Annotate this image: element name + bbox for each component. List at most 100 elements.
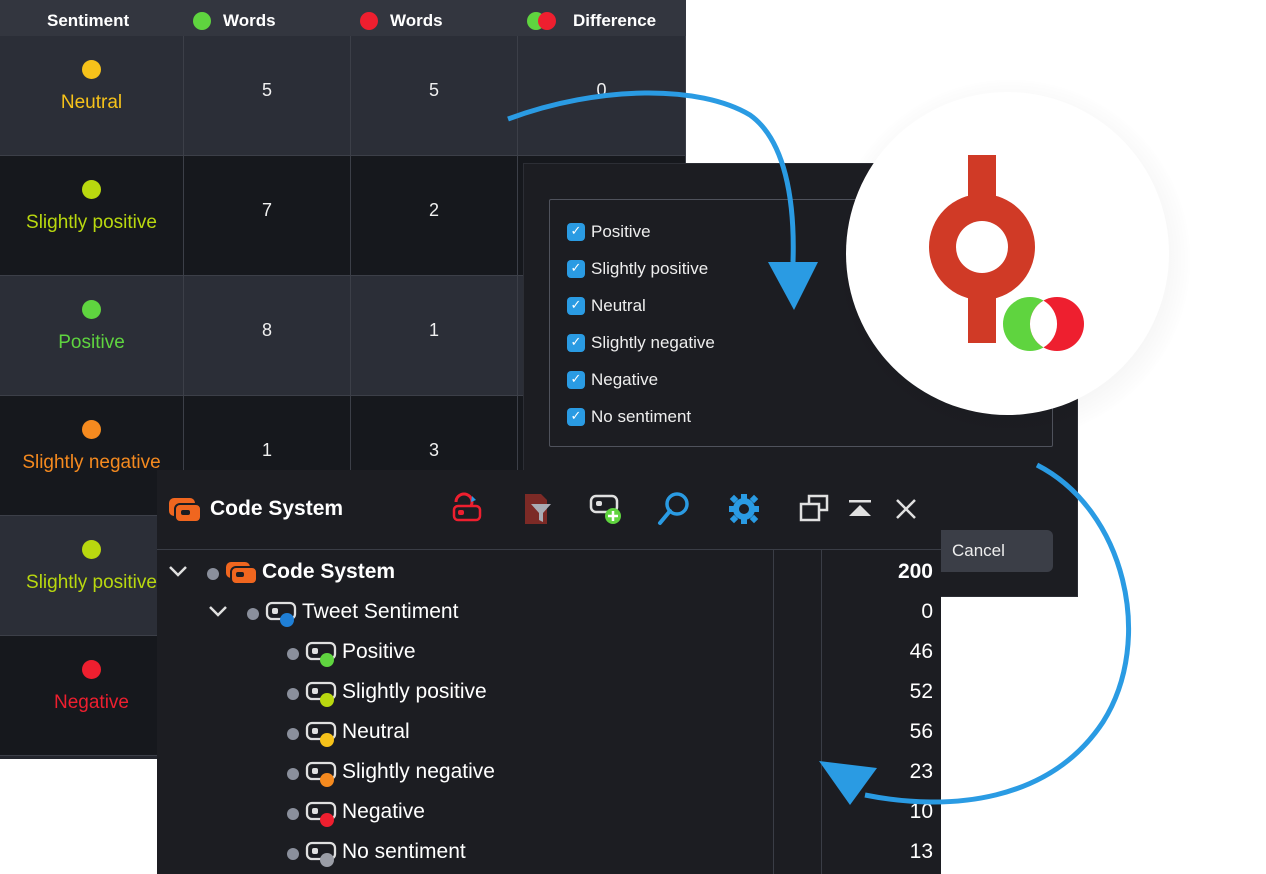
checkbox-checked-icon[interactable]: ✓	[567, 334, 585, 352]
code-label: Code System	[262, 560, 396, 583]
code-count: 200	[897, 560, 933, 583]
filter-option[interactable]: ✓ Positive	[567, 220, 651, 244]
code-bullet-icon	[287, 768, 299, 780]
sentiment-label: Positive	[58, 332, 125, 353]
chevron-down-icon[interactable]	[167, 560, 189, 582]
checkbox-checked-icon[interactable]: ✓	[567, 371, 585, 389]
checkbox-checked-icon[interactable]: ✓	[567, 260, 585, 278]
red-words-cell: 1	[351, 276, 518, 396]
code-icon	[305, 721, 337, 747]
new-code-icon[interactable]	[587, 490, 625, 528]
filter-option-label: No sentiment	[591, 407, 692, 426]
sentiment-label: Slightly positive	[26, 212, 157, 233]
code-count: 23	[909, 760, 933, 783]
code-tree-item[interactable]: Positive 46	[157, 632, 941, 672]
checkbox-checked-icon[interactable]: ✓	[567, 297, 585, 315]
settings-icon[interactable]	[725, 490, 763, 528]
header-green-words-label: Words	[223, 11, 276, 30]
code-system-title: Code System	[210, 497, 344, 520]
sentiment-cell: Neutral	[0, 36, 184, 156]
code-tree-item[interactable]: Slightly negative 23	[157, 752, 941, 792]
logo-badge	[846, 92, 1169, 415]
code-system-icon	[226, 562, 258, 585]
filter-option-label: Positive	[591, 222, 651, 241]
filter-codes-icon[interactable]	[519, 490, 557, 528]
code-icon	[305, 641, 337, 667]
green-dot-icon	[193, 12, 211, 30]
sentiment-dot-icon	[82, 540, 101, 559]
code-count: 56	[909, 720, 933, 743]
code-bullet-icon	[247, 608, 259, 620]
code-bullet-icon	[287, 848, 299, 860]
table-row: Neutral 5 5 0	[0, 36, 686, 156]
filter-option[interactable]: ✓ No sentiment	[567, 405, 691, 429]
filter-option[interactable]: ✓ Slightly positive	[567, 257, 708, 281]
undock-window-icon[interactable]	[795, 490, 833, 528]
code-system-panel: Code System Code System 200 Tweet Sentim…	[157, 470, 941, 874]
code-count: 46	[909, 640, 933, 663]
red-dot-icon	[360, 12, 378, 30]
code-tree-item[interactable]: Tweet Sentiment 0	[157, 592, 941, 632]
sentiment-dot-icon	[82, 300, 101, 319]
code-system-toolbar: Code System	[157, 470, 941, 550]
filter-option[interactable]: ✓ Slightly negative	[567, 331, 715, 355]
sentiment-label: Neutral	[60, 92, 123, 113]
sentiment-dot-icon	[82, 660, 101, 679]
code-label: Negative	[342, 800, 425, 823]
filter-option-label: Neutral	[591, 296, 646, 315]
red-words-cell: 2	[351, 156, 518, 276]
green-words-cell: 7	[184, 156, 351, 276]
green-words-cell: 5	[184, 36, 351, 156]
sentiment-logo-icon	[929, 155, 1084, 356]
code-count: 0	[921, 600, 933, 623]
code-bullet-icon	[287, 728, 299, 740]
sentiment-cell: Slightly positive	[0, 156, 184, 276]
code-icon	[305, 841, 337, 867]
code-tree-item[interactable]: No sentiment 13	[157, 832, 941, 872]
difference-cell: 0	[518, 36, 686, 156]
header-difference-label: Difference	[573, 11, 657, 30]
code-bullet-icon	[207, 568, 219, 580]
code-tree-item[interactable]: Neutral 56	[157, 712, 941, 752]
code-label: Neutral	[342, 720, 410, 743]
search-icon[interactable]	[655, 490, 693, 528]
code-bullet-icon	[287, 688, 299, 700]
filter-option[interactable]: ✓ Neutral	[567, 294, 646, 318]
filter-option[interactable]: ✓ Negative	[567, 368, 658, 392]
sentiment-label: Slightly negative	[22, 452, 161, 473]
code-label: Slightly positive	[342, 680, 487, 703]
code-icon	[265, 601, 297, 627]
sentiment-dot-icon	[82, 60, 101, 79]
sentiment-label: Slightly positive	[26, 572, 157, 593]
code-tree-item[interactable]: Negative 10	[157, 792, 941, 832]
stage: Sentiment Words Words Difference Neutral…	[0, 0, 1266, 874]
code-reset-icon[interactable]	[448, 490, 486, 528]
collapse-up-icon[interactable]	[841, 490, 879, 528]
sentiment-label: Negative	[54, 692, 129, 713]
filter-option-label: Negative	[591, 370, 659, 389]
code-icon	[305, 801, 337, 827]
code-label: Positive	[342, 640, 416, 663]
sentiment-dot-icon	[82, 420, 101, 439]
red-words-cell: 5	[351, 36, 518, 156]
checkbox-checked-icon[interactable]: ✓	[567, 223, 585, 241]
code-system-icon	[169, 498, 202, 523]
code-tree-item[interactable]: Slightly positive 52	[157, 672, 941, 712]
code-icon	[305, 681, 337, 707]
code-label: Tweet Sentiment	[302, 600, 459, 623]
filter-option-label: Slightly negative	[591, 333, 715, 352]
checkbox-checked-icon[interactable]: ✓	[567, 408, 585, 426]
code-count: 10	[909, 800, 933, 823]
filter-option-label: Slightly positive	[591, 259, 709, 278]
cancel-button[interactable]: Cancel	[929, 530, 1053, 572]
sentiment-cell: Positive	[0, 276, 184, 396]
close-icon[interactable]	[887, 490, 925, 528]
code-tree-item[interactable]: Code System 200	[157, 552, 941, 592]
code-label: Slightly negative	[342, 760, 495, 783]
chevron-down-icon[interactable]	[207, 600, 229, 622]
sentiment-dot-icon	[82, 180, 101, 199]
green-words-cell: 8	[184, 276, 351, 396]
code-icon	[305, 761, 337, 787]
difference-icon	[527, 12, 557, 30]
code-label: No sentiment	[342, 840, 466, 863]
